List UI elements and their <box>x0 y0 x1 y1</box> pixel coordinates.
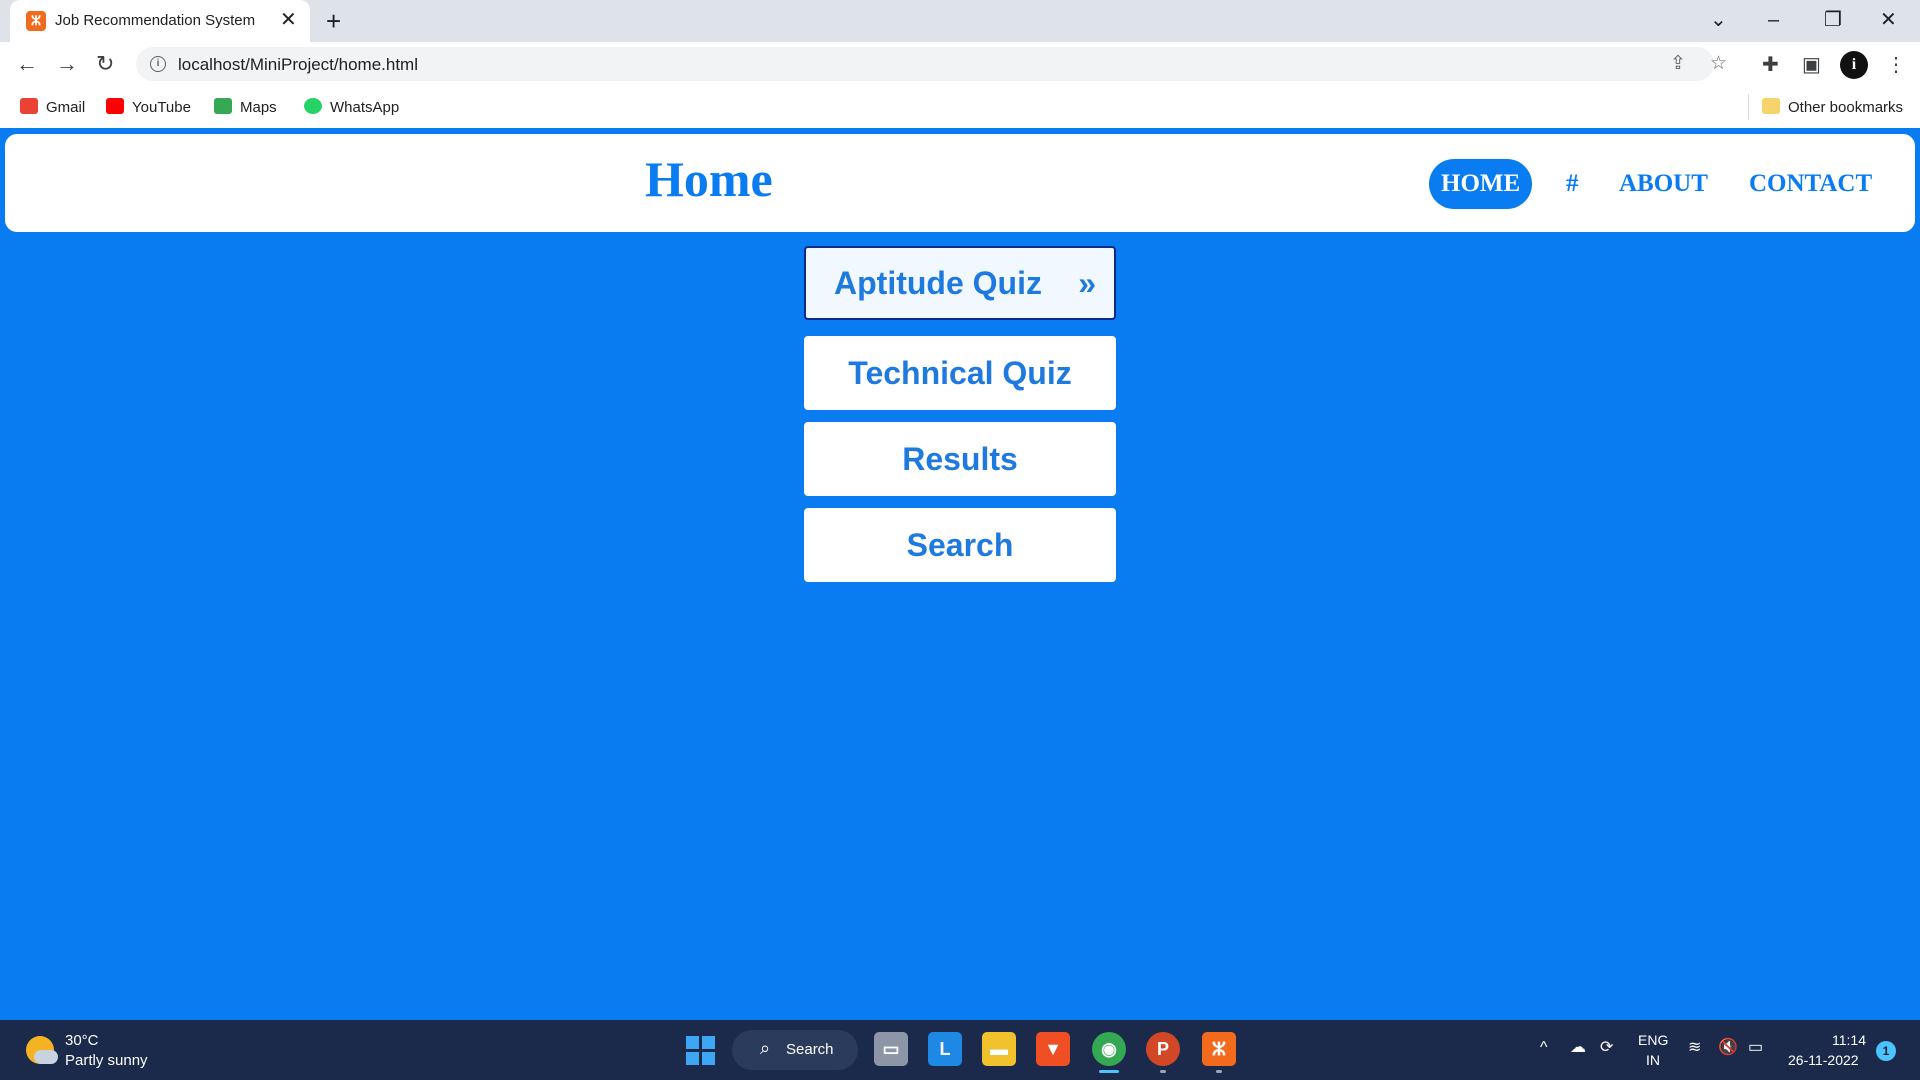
profile-avatar[interactable]: i <box>1840 51 1868 79</box>
clock-date[interactable]: 26-11-2022 <box>1788 1052 1859 1068</box>
youtube-icon <box>106 98 124 114</box>
browser-toolbar: ← → ↻ i localhost/MiniProject/home.html … <box>0 42 1920 88</box>
forward-icon[interactable]: → <box>56 50 78 78</box>
bookmark-maps[interactable]: Maps <box>214 98 277 118</box>
extensions-icon[interactable]: ✚ <box>1762 53 1779 77</box>
notification-badge[interactable]: 1 <box>1876 1041 1896 1061</box>
button-label: Technical Quiz <box>848 355 1072 391</box>
taskbar-search-label: Search <box>786 1041 834 1058</box>
bookmark-star-icon[interactable]: ☆ <box>1710 52 1727 76</box>
xampp-icon: ⵣ <box>26 11 46 31</box>
technical-quiz-button[interactable]: Technical Quiz <box>804 336 1116 410</box>
powerpoint-running-indicator <box>1160 1070 1166 1073</box>
speaker-muted-icon[interactable]: 🔇 <box>1718 1038 1738 1058</box>
tab-title: Job Recommendation System <box>55 12 256 29</box>
folder-icon <box>1762 98 1780 114</box>
reload-icon[interactable]: ↻ <box>96 50 114 78</box>
onedrive-cloud-icon[interactable]: ☁ <box>1570 1038 1586 1058</box>
taskbar-search[interactable]: ⌕ Search <box>732 1030 858 1070</box>
page-content: Home HOME # ABOUT CONTACT Aptitude Quiz … <box>0 128 1920 1020</box>
close-window-icon[interactable]: ✕ <box>1880 6 1897 34</box>
weather-description[interactable]: Partly sunny <box>65 1052 148 1069</box>
input-region[interactable]: IN <box>1646 1052 1660 1068</box>
whatsapp-icon <box>304 98 322 114</box>
gmail-icon <box>20 98 38 114</box>
bookmark-other[interactable]: Other bookmarks <box>1762 98 1903 118</box>
chrome-active-indicator <box>1099 1070 1119 1073</box>
nav-hash[interactable]: # <box>1566 159 1579 209</box>
app-l-icon[interactable]: L <box>928 1032 962 1066</box>
windows-taskbar: 30°C Partly sunny ⌕ Search ▭ L ▬ ▼ ◉ P ⵣ… <box>0 1020 1920 1080</box>
search-button[interactable]: Search <box>804 508 1116 582</box>
url-text[interactable]: localhost/MiniProject/home.html <box>178 55 418 75</box>
powerpoint-icon[interactable]: P <box>1146 1032 1180 1066</box>
chrome-icon[interactable]: ◉ <box>1092 1032 1126 1066</box>
windows-start-icon[interactable] <box>686 1036 716 1066</box>
wifi-icon[interactable]: ≋ <box>1688 1038 1701 1058</box>
info-icon[interactable]: i <box>150 56 166 72</box>
tab-search-chevron-icon[interactable]: ⌄ <box>1710 6 1727 34</box>
browser-tab-bar: ⵣ Job Recommendation System ✕ + ⌄ – ❐ ✕ <box>0 0 1920 42</box>
minimize-icon[interactable]: – <box>1768 6 1779 34</box>
bookmark-whatsapp[interactable]: WhatsApp <box>304 98 399 118</box>
bookmark-gmail[interactable]: Gmail <box>20 98 85 118</box>
task-view-icon[interactable]: ▭ <box>874 1032 908 1066</box>
results-button[interactable]: Results <box>804 422 1116 496</box>
xampp-icon[interactable]: ⵣ <box>1202 1032 1236 1066</box>
site-header: Home HOME # ABOUT CONTACT <box>5 134 1915 232</box>
back-icon[interactable]: ← <box>16 50 38 78</box>
page-title: Home <box>645 151 773 207</box>
button-label: Search <box>906 527 1014 563</box>
clock-time[interactable]: 11:14 <box>1832 1032 1866 1048</box>
bookmarks-bar: Gmail YouTube Maps WhatsApp Other bookma… <box>0 88 1920 128</box>
menu-kebab-icon[interactable]: ⋮ <box>1886 53 1906 77</box>
bookmark-youtube[interactable]: YouTube <box>106 98 191 118</box>
file-explorer-icon[interactable]: ▬ <box>982 1032 1016 1066</box>
input-language[interactable]: ENG <box>1638 1032 1668 1048</box>
xampp-running-indicator <box>1216 1070 1222 1073</box>
bookmarks-divider <box>1748 94 1749 120</box>
search-icon: ⌕ <box>760 1038 771 1058</box>
new-tab-icon[interactable]: + <box>326 6 341 36</box>
sync-icon[interactable]: ⟳ <box>1600 1038 1613 1058</box>
tray-overflow-chevron-icon[interactable]: ^ <box>1540 1038 1548 1058</box>
nav-home[interactable]: HOME <box>1429 159 1533 209</box>
browser-tab[interactable]: ⵣ Job Recommendation System ✕ <box>10 0 310 42</box>
address-bar[interactable]: i localhost/MiniProject/home.html ⇪ ☆ <box>136 47 1727 81</box>
close-tab-icon[interactable]: ✕ <box>280 9 297 31</box>
maps-icon <box>214 98 232 114</box>
button-label: Aptitude Quiz <box>834 265 1042 301</box>
battery-icon[interactable]: ▭ <box>1748 1038 1763 1058</box>
share-icon[interactable]: ⇪ <box>1670 52 1686 76</box>
nav-about[interactable]: ABOUT <box>1619 159 1708 209</box>
weather-temperature[interactable]: 30°C <box>65 1032 99 1049</box>
nav-contact[interactable]: CONTACT <box>1749 159 1872 209</box>
button-label: Results <box>902 441 1018 477</box>
side-panel-icon[interactable]: ▣ <box>1802 53 1821 77</box>
double-chevron-right-icon: » <box>1078 265 1096 301</box>
restore-icon[interactable]: ❐ <box>1824 6 1842 34</box>
weather-cloud-icon <box>34 1050 58 1064</box>
brave-browser-icon[interactable]: ▼ <box>1036 1032 1070 1066</box>
aptitude-quiz-button[interactable]: Aptitude Quiz » <box>804 246 1116 320</box>
